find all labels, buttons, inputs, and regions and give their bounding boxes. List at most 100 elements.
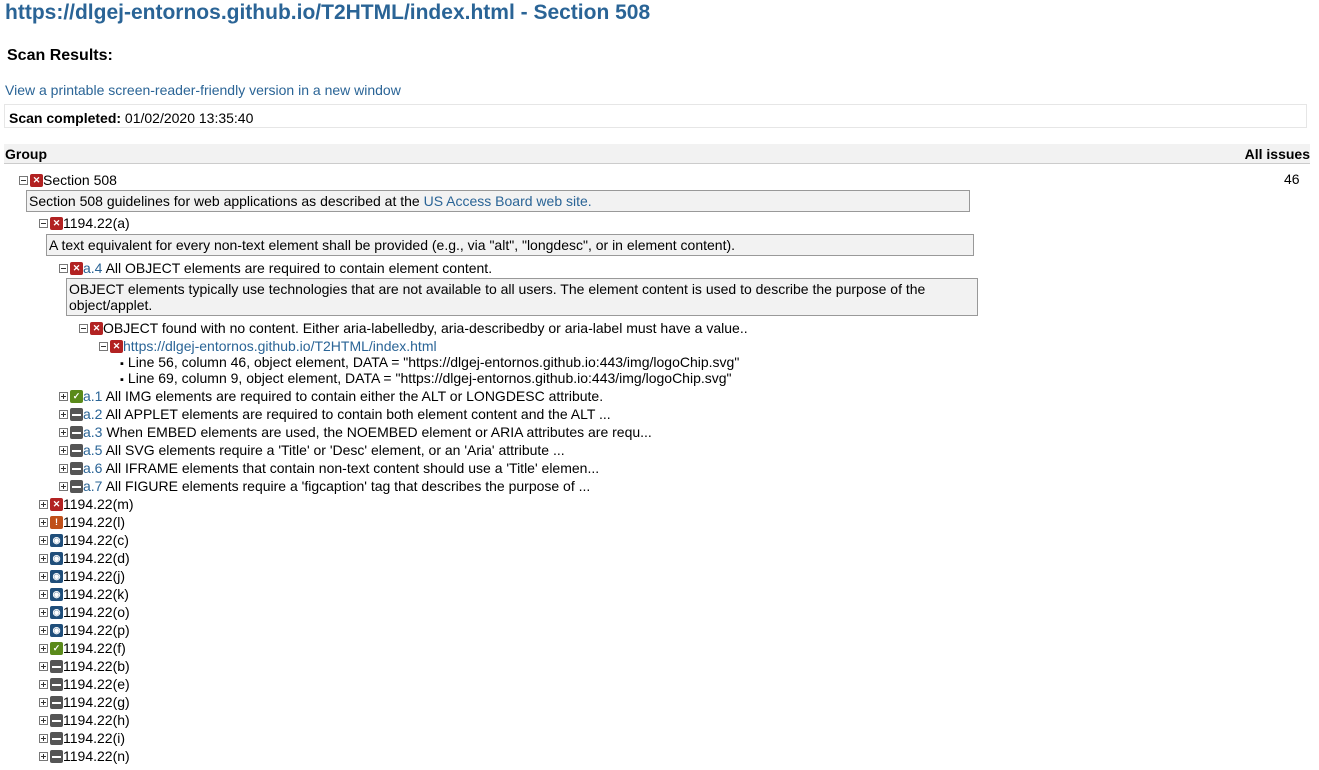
pass-check-icon: ✓ bbox=[70, 389, 83, 403]
tree-node-rule-a5[interactable]: a.5 All SVG elements require a 'Title' o… bbox=[59, 441, 565, 459]
collapse-toggle-icon[interactable] bbox=[39, 218, 48, 228]
expand-toggle-icon[interactable] bbox=[39, 679, 48, 689]
expand-toggle-icon[interactable] bbox=[39, 643, 48, 653]
section-description-text: Section 508 guidelines for web applicati… bbox=[29, 193, 424, 209]
finding-text: OBJECT found with no content. Either ari… bbox=[103, 320, 748, 336]
not-applicable-icon bbox=[50, 749, 63, 763]
not-applicable-icon bbox=[70, 479, 83, 493]
tree-node-group[interactable]: ◉ 1194.22(j) bbox=[39, 567, 125, 585]
tree-node-group[interactable]: 1194.22(i) bbox=[39, 729, 125, 747]
group-name: 1194.22(d) bbox=[63, 550, 130, 566]
collapse-toggle-icon[interactable] bbox=[99, 341, 108, 351]
fail-icon: ✕ bbox=[90, 321, 103, 335]
tree-node-group[interactable]: ◉ 1194.22(c) bbox=[39, 531, 129, 549]
group-name: 1194.22(h) bbox=[63, 712, 130, 728]
rule-id-link[interactable]: a.2 bbox=[83, 406, 102, 422]
collapse-toggle-icon[interactable] bbox=[59, 263, 68, 273]
not-applicable-icon bbox=[70, 407, 83, 421]
expand-toggle-icon[interactable] bbox=[59, 481, 68, 491]
tree-node-group[interactable]: ◉ 1194.22(k) bbox=[39, 585, 129, 603]
expand-toggle-icon[interactable] bbox=[39, 535, 48, 545]
tree-node-rule-a3[interactable]: a.3 When EMBED elements are used, the NO… bbox=[59, 423, 652, 441]
eye-review-icon: ◉ bbox=[50, 587, 63, 601]
expand-toggle-icon[interactable] bbox=[39, 661, 48, 671]
tree-node-group[interactable]: ◉ 1194.22(p) bbox=[39, 621, 130, 639]
group-name: 1194.22(l) bbox=[63, 514, 126, 530]
expand-toggle-icon[interactable] bbox=[39, 499, 48, 509]
not-applicable-icon bbox=[50, 659, 63, 673]
group-name: 1194.22(e) bbox=[63, 676, 130, 692]
expand-toggle-icon[interactable] bbox=[59, 391, 68, 401]
tree-node-1194-22-a[interactable]: ✕ 1194.22(a) bbox=[39, 214, 130, 232]
tree-node-rule-a2[interactable]: a.2 All APPLET elements are required to … bbox=[59, 405, 611, 423]
rule-text: When EMBED elements are used, the NOEMBE… bbox=[106, 424, 652, 440]
eye-review-icon: ◉ bbox=[50, 623, 63, 637]
rule-id-link[interactable]: a.5 bbox=[83, 442, 102, 458]
expand-toggle-icon[interactable] bbox=[59, 409, 68, 419]
tree-node-section-508[interactable]: ✕ Section 508 bbox=[19, 171, 117, 189]
fail-icon: ✕ bbox=[50, 497, 63, 511]
expand-toggle-icon[interactable] bbox=[59, 427, 68, 437]
expand-toggle-icon[interactable] bbox=[39, 751, 48, 761]
eye-review-icon: ◉ bbox=[50, 551, 63, 565]
tree-node-group[interactable]: ! 1194.22(l) bbox=[39, 513, 125, 531]
tree-node-rule-a4[interactable]: ✕ a.4 All OBJECT elements are required to… bbox=[59, 259, 492, 277]
not-applicable-icon bbox=[70, 461, 83, 475]
expand-toggle-icon[interactable] bbox=[39, 571, 48, 581]
tree-node-finding[interactable]: ✕ OBJECT found with no content. Either ar… bbox=[79, 319, 748, 337]
not-applicable-icon bbox=[50, 695, 63, 709]
fail-icon: ✕ bbox=[50, 216, 63, 230]
not-applicable-icon bbox=[50, 713, 63, 727]
group-name: 1194.22(g) bbox=[63, 694, 130, 710]
warning-icon: ! bbox=[50, 515, 63, 529]
tree-node-group[interactable]: ◉ 1194.22(d) bbox=[39, 549, 130, 567]
expand-toggle-icon[interactable] bbox=[39, 733, 48, 743]
expand-toggle-icon[interactable] bbox=[59, 445, 68, 455]
finding-url-link[interactable]: https://dlgej-entornos.github.io/T2HTML/… bbox=[123, 338, 437, 354]
tree-node-group[interactable]: 1194.22(h) bbox=[39, 711, 130, 729]
rule-text: All APPLET elements are required to cont… bbox=[105, 406, 611, 422]
section-description: Section 508 guidelines for web applicati… bbox=[26, 190, 970, 212]
pass-check-icon: ✓ bbox=[50, 641, 63, 655]
expand-toggle-icon[interactable] bbox=[39, 553, 48, 563]
rule-id-link[interactable]: a.4 bbox=[83, 260, 102, 276]
us-access-board-link[interactable]: US Access Board web site. bbox=[424, 193, 592, 209]
not-applicable-icon bbox=[50, 677, 63, 691]
rule-text: All OBJECT elements are required to cont… bbox=[105, 260, 493, 276]
tree-node-rule-a1[interactable]: ✓ a.1 All IMG elements are required to co… bbox=[59, 387, 603, 405]
expand-toggle-icon[interactable] bbox=[39, 517, 48, 527]
group-name: 1194.22(m) bbox=[63, 496, 134, 512]
tree-node-group[interactable]: ✓ 1194.22(f) bbox=[39, 639, 126, 657]
not-applicable-icon bbox=[50, 731, 63, 745]
rule-text: All IMG elements are required to contain… bbox=[105, 388, 604, 404]
tree-node-group[interactable]: 1194.22(e) bbox=[39, 675, 130, 693]
collapse-toggle-icon[interactable] bbox=[19, 175, 28, 185]
tree-node-group[interactable]: 1194.22(b) bbox=[39, 657, 130, 675]
eye-review-icon: ◉ bbox=[50, 605, 63, 619]
rule-id-link[interactable]: a.7 bbox=[83, 478, 102, 494]
section-issue-count: 46 bbox=[1284, 171, 1300, 187]
rule-id-link[interactable]: a.1 bbox=[83, 388, 102, 404]
tree-node-rule-a6[interactable]: a.6 All IFRAME elements that contain non… bbox=[59, 459, 599, 477]
expand-toggle-icon[interactable] bbox=[39, 589, 48, 599]
tree-node-group[interactable]: 1194.22(n) bbox=[39, 747, 130, 765]
expand-toggle-icon[interactable] bbox=[59, 463, 68, 473]
expand-toggle-icon[interactable] bbox=[39, 715, 48, 725]
group-name: 1194.22(p) bbox=[63, 622, 130, 638]
expand-toggle-icon[interactable] bbox=[39, 607, 48, 617]
fail-icon: ✕ bbox=[30, 173, 43, 187]
group-name: 1194.22(i) bbox=[63, 730, 126, 746]
rule-id-link[interactable]: a.3 bbox=[83, 424, 102, 440]
tree-node-group[interactable]: ◉ 1194.22(o) bbox=[39, 603, 130, 621]
tree-node-group[interactable]: ✕ 1194.22(m) bbox=[39, 495, 134, 513]
finding-line-item: Line 69, column 9, object element, DATA … bbox=[120, 370, 732, 388]
rule-id-link[interactable]: a.6 bbox=[83, 460, 102, 476]
collapse-toggle-icon[interactable] bbox=[79, 323, 88, 333]
tree-node-finding-url[interactable]: ✕ https://dlgej-entornos.github.io/T2HTML… bbox=[99, 337, 437, 355]
tree-node-rule-a7[interactable]: a.7 All FIGURE elements require a 'figca… bbox=[59, 477, 590, 495]
expand-toggle-icon[interactable] bbox=[39, 697, 48, 707]
eye-review-icon: ◉ bbox=[50, 533, 63, 547]
expand-toggle-icon[interactable] bbox=[39, 625, 48, 635]
tree-node-group[interactable]: 1194.22(g) bbox=[39, 693, 130, 711]
group-name: 1194.22(n) bbox=[63, 748, 130, 764]
